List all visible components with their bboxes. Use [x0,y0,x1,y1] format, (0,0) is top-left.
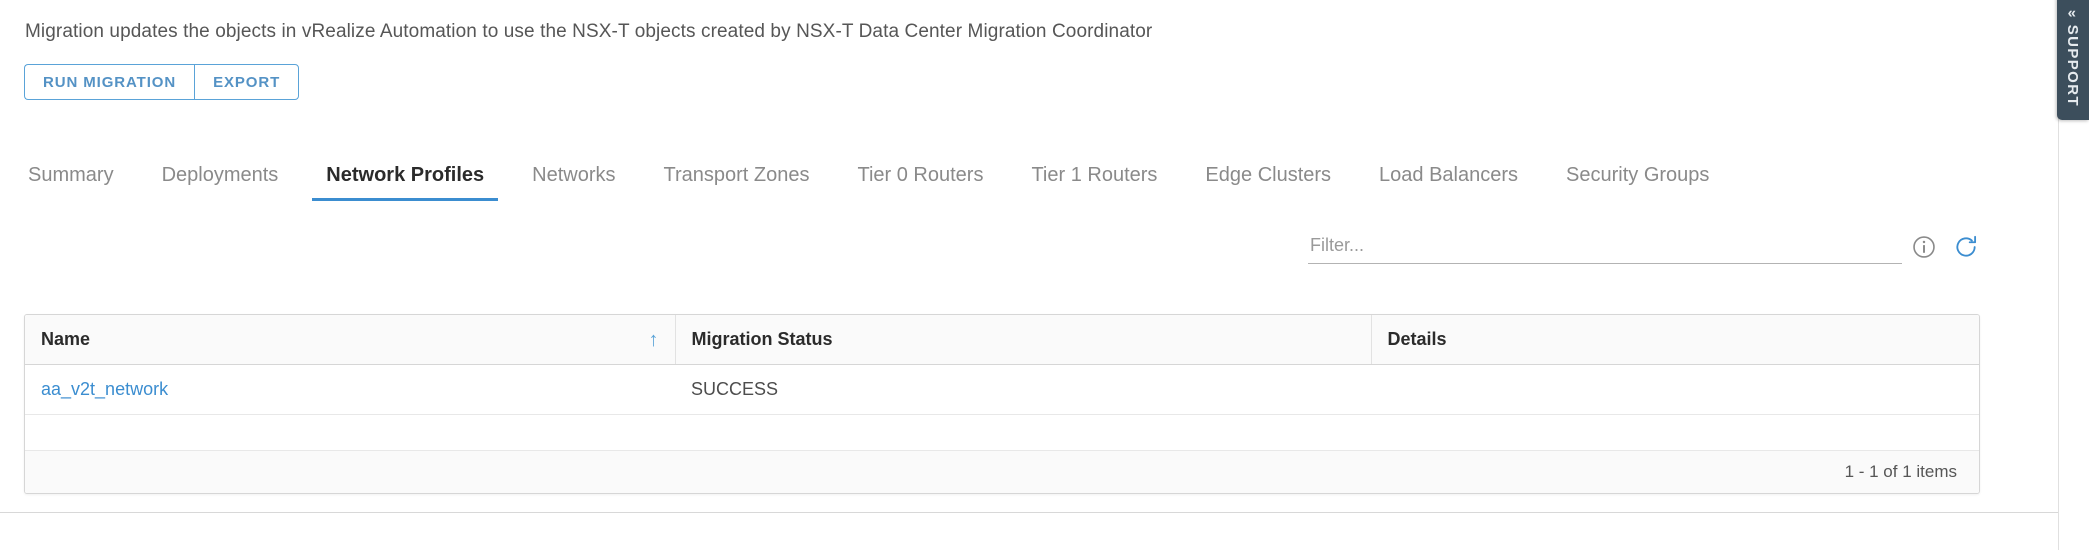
column-header-details-label: Details [1387,329,1447,349]
network-profile-link[interactable]: aa_v2t_network [41,379,168,399]
column-header-migration-status-label: Migration Status [691,329,833,349]
column-header-name-label: Name [41,329,91,349]
tab-bar: Summary Deployments Network Profiles Net… [24,158,2054,206]
chevron-left-double-icon: « [2068,3,2078,21]
filter-input[interactable] [1308,232,1902,264]
support-tab[interactable]: « SUPPORT [2057,0,2089,120]
column-header-details[interactable]: Details [1371,315,1979,365]
migration-page: Migration updates the objects in vRealiz… [0,0,2089,550]
filter-toolbar [24,232,1980,272]
tab-transport-zones[interactable]: Transport Zones [639,158,833,201]
table-footer: 1 - 1 of 1 items [25,451,1979,493]
cell-migration-status: SUCCESS [675,364,1371,415]
action-button-group: RUN MIGRATION EXPORT [24,64,300,100]
tab-network-profiles[interactable]: Network Profiles [302,158,508,201]
run-migration-button[interactable]: RUN MIGRATION [24,64,195,100]
tab-tier-1-routers[interactable]: Tier 1 Routers [1007,158,1181,201]
tab-deployments[interactable]: Deployments [138,158,303,201]
cell-details [1371,364,1979,415]
tab-tier-0-routers[interactable]: Tier 0 Routers [833,158,1007,201]
support-tab-label: SUPPORT [2064,24,2082,107]
cell-filler-status [675,414,1371,451]
tab-load-balancers[interactable]: Load Balancers [1355,158,1542,201]
cell-filler-name [25,414,675,451]
column-header-name[interactable]: Name ↑ [25,315,676,365]
tab-summary[interactable]: Summary [24,158,138,201]
table-row: aa_v2t_network SUCCESS [25,364,1979,415]
page-description: Migration updates the objects in vRealiz… [25,21,1153,42]
cell-name: aa_v2t_network [25,364,675,415]
table-header-row: Name ↑ Migration Status Details [25,315,1979,365]
support-tab-label-wrap: « SUPPORT [2064,3,2082,107]
filter-field-wrapper [1308,232,1902,266]
content-bottom-divider [0,512,2060,513]
column-header-migration-status[interactable]: Migration Status [675,315,1372,365]
tab-security-groups[interactable]: Security Groups [1542,158,1733,201]
export-button[interactable]: EXPORT [194,64,300,100]
pagination-summary: 1 - 1 of 1 items [1844,462,1957,481]
cell-filler-details [1371,414,1979,451]
tab-edge-clusters[interactable]: Edge Clusters [1181,158,1355,201]
table-filler-row [25,414,1979,451]
migration-table: Name ↑ Migration Status Details aa_v2t_n… [24,314,1980,494]
tab-networks[interactable]: Networks [508,158,639,201]
info-icon[interactable] [1910,233,1938,261]
sort-ascending-icon[interactable]: ↑ [641,330,659,350]
refresh-icon[interactable] [1952,233,1980,261]
